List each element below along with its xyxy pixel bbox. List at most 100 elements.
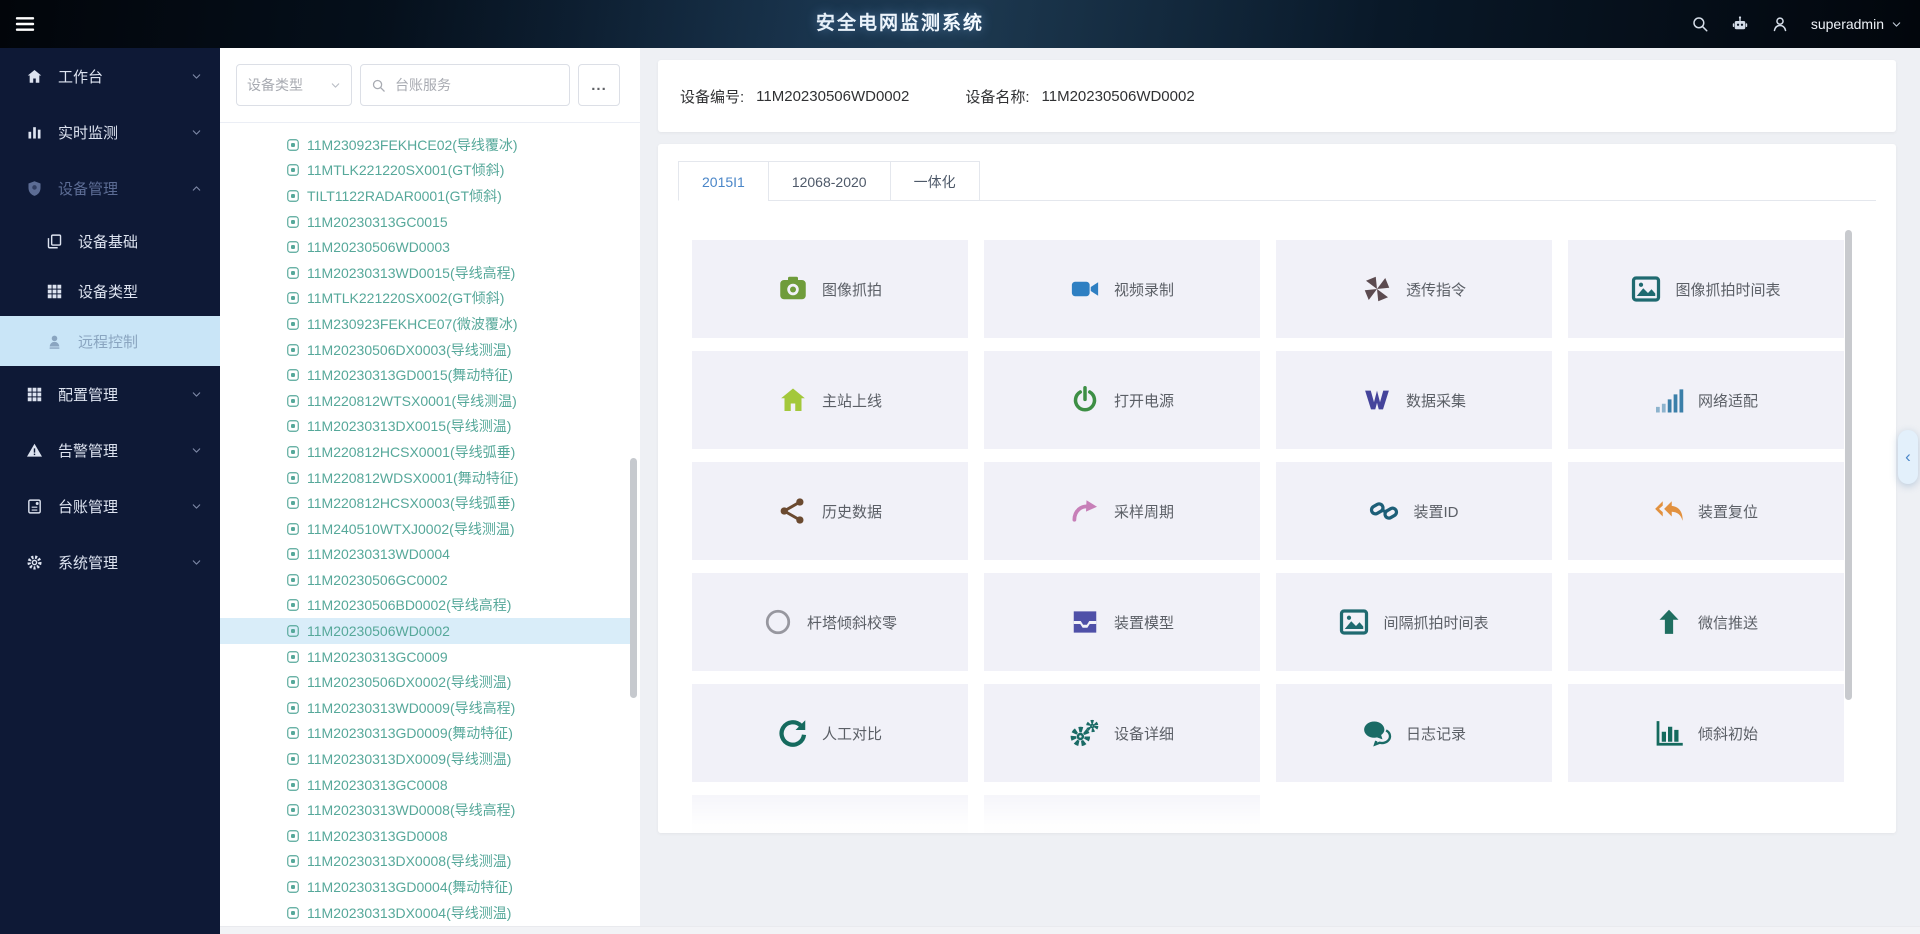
device-list-item[interactable]: 11MTLK221220SX001(GT倾斜) <box>220 158 630 184</box>
device-list-item[interactable]: 11M20230313WD0015(导线高程) <box>220 260 630 286</box>
command-w-collect-button[interactable]: 数据采集 <box>1276 351 1552 449</box>
chevron-down-icon <box>191 127 202 138</box>
device-list-item[interactable]: 11M20230506GC0002 <box>220 567 630 593</box>
command-label: 图像抓拍时间表 <box>1675 279 1780 300</box>
sidebar-item-device-type[interactable]: 设备类型 <box>0 266 220 316</box>
device-list-item-label: 11M220812WTSX0001(导线测温) <box>307 391 517 411</box>
circle-icon <box>763 607 793 637</box>
device-list-item[interactable]: 11M20230313DX0008(导线测温) <box>220 849 630 875</box>
device-list-item[interactable]: 11M20230313GC0008 <box>220 772 630 798</box>
command-picture-button[interactable]: 间隔抓拍时间表 <box>1276 573 1552 671</box>
device-list-item[interactable]: 11M20230313WD0004 <box>220 542 630 568</box>
tab-2015I1[interactable]: 2015I1 <box>678 161 769 201</box>
device-type-select[interactable]: 设备类型 <box>236 64 352 106</box>
device-list-item[interactable]: 11M230923FEKHCE07(微波覆冰) <box>220 311 630 337</box>
sidebar-item-remote-control[interactable]: 远程控制 <box>0 316 220 366</box>
sidebar-item-config-management[interactable]: 配置管理 <box>0 366 220 422</box>
sidebar-item-workbench[interactable]: 工作台 <box>0 48 220 104</box>
sidebar-item-device-management[interactable]: 设备管理 <box>0 160 220 216</box>
sidebar-item-device-base[interactable]: 设备基础 <box>0 216 220 266</box>
grid-icon <box>46 283 63 300</box>
device-list-item-label: 11M230923FEKHCE02(导线覆冰) <box>307 135 518 155</box>
device-list-item[interactable]: 11MTLK221220SX002(GT倾斜) <box>220 286 630 312</box>
command-reply-button[interactable]: 装置复位 <box>1568 462 1844 560</box>
device-list-item[interactable]: 11M20230313GC0015 <box>220 209 630 235</box>
device-list-item[interactable]: 11M220812WTSX0001(导线测温) <box>220 388 630 414</box>
reply-icon <box>1654 496 1684 526</box>
command-inbox-button[interactable]: 装置模型 <box>984 573 1260 671</box>
device-list-item[interactable]: 11M20230313WD0009(导线高程) <box>220 695 630 721</box>
device-list-item-label: 11M20230313WD0009(导线高程) <box>307 698 515 718</box>
sidebar-item-label: 设备管理 <box>58 178 191 199</box>
device-list-item[interactable]: 11M220812HCSX0003(导线弧垂) <box>220 490 630 516</box>
command-signal-button[interactable]: 网络适配 <box>1568 351 1844 449</box>
target-icon <box>286 803 300 817</box>
device-list-item[interactable]: 11M20230506DX0003(导线测温) <box>220 337 630 363</box>
device-no-label: 设备编号: <box>680 86 744 107</box>
user-pin-icon <box>46 333 63 350</box>
device-list-item[interactable]: 11M20230313GC0009 <box>220 644 630 670</box>
device-list-item[interactable]: TILT1122RADAR0001(GT倾斜) <box>220 183 630 209</box>
target-icon <box>286 138 300 152</box>
device-list-item-label: 11M20230506BD0002(导线高程) <box>307 595 511 615</box>
sidebar-item-ledger-management[interactable]: 台账管理 <box>0 478 220 534</box>
command-partial-cell[interactable] <box>692 795 968 833</box>
device-list-item[interactable]: 11M220812WDSX0001(舞动特征) <box>220 465 630 491</box>
w-collect-icon <box>1362 385 1392 415</box>
device-list-scrollbar[interactable] <box>630 458 637 698</box>
device-list-item[interactable]: 11M20230506WD0003 <box>220 234 630 260</box>
device-list-item[interactable]: 11M230923FEKHCE02(导线覆冰) <box>220 132 630 158</box>
user-icon[interactable] <box>1771 15 1789 33</box>
command-partial-cell[interactable] <box>984 795 1260 833</box>
chevron-down-icon <box>191 71 202 82</box>
device-list-item[interactable]: 11M20230506DX0002(导线测温) <box>220 669 630 695</box>
command-link-button[interactable]: 装置ID <box>1276 462 1552 560</box>
tab-12068-2020[interactable]: 12068-2020 <box>768 161 891 201</box>
command-arrow-up-button[interactable]: 微信推送 <box>1568 573 1844 671</box>
device-list-item[interactable]: 11M240510WTXJ0002(导线测温) <box>220 516 630 542</box>
command-power-button[interactable]: 打开电源 <box>984 351 1260 449</box>
command-picture-button[interactable]: 图像抓拍时间表 <box>1568 240 1844 338</box>
device-list-item[interactable]: 11M20230506WD0002 <box>220 618 630 644</box>
target-icon <box>286 522 300 536</box>
command-share-button[interactable]: 历史数据 <box>692 462 968 560</box>
device-list-item[interactable]: 11M20230313GD0008 <box>220 823 630 849</box>
sidebar-item-realtime-monitor[interactable]: 实时监测 <box>0 104 220 160</box>
device-list-item[interactable]: 11M20230313WD0008(导线高程) <box>220 797 630 823</box>
collapse-panel-button[interactable]: ‹ <box>1898 430 1918 484</box>
tab-一体化[interactable]: 一体化 <box>890 161 980 201</box>
collapse-panel-icon: ‹ <box>1905 447 1911 467</box>
command-label: 透传指令 <box>1406 279 1466 300</box>
command-grid-scrollbar[interactable] <box>1845 230 1852 700</box>
device-list-item[interactable]: 11M20230313GD0004(舞动特征) <box>220 874 630 900</box>
command-home-button[interactable]: 主站上线 <box>692 351 968 449</box>
command-label: 视频录制 <box>1114 279 1174 300</box>
command-comments-button[interactable]: 日志记录 <box>1276 684 1552 782</box>
sidebar-item-system-management[interactable]: 系统管理 <box>0 534 220 590</box>
device-list-item[interactable]: 11M20230313DX0015(导线测温) <box>220 414 630 440</box>
robot-icon[interactable] <box>1731 15 1749 33</box>
sidebar-item-alarm-management[interactable]: 告警管理 <box>0 422 220 478</box>
more-options-button[interactable]: ... <box>578 64 620 106</box>
user-menu[interactable]: superadmin <box>1811 16 1902 32</box>
device-search-input[interactable] <box>393 76 559 94</box>
command-redo-button[interactable]: 采样周期 <box>984 462 1260 560</box>
device-list-item[interactable]: 11M20230313GD0015(舞动特征) <box>220 362 630 388</box>
command-video-button[interactable]: 视频录制 <box>984 240 1260 338</box>
command-gears-button[interactable]: 设备详细 <box>984 684 1260 782</box>
device-list-item[interactable]: 11M20230506BD0002(导线高程) <box>220 593 630 619</box>
menu-fold-icon[interactable] <box>14 13 36 35</box>
command-camera-button[interactable]: 图像抓拍 <box>692 240 968 338</box>
command-refresh-button[interactable]: 人工对比 <box>692 684 968 782</box>
search-icon[interactable] <box>1691 15 1709 33</box>
target-icon <box>286 496 300 510</box>
device-list-item[interactable]: 11M220812HCSX0001(导线弧垂) <box>220 439 630 465</box>
device-list-item[interactable]: 11M20230313DX0009(导线测温) <box>220 746 630 772</box>
device-list-item[interactable]: 11M20230313GD0009(舞动特征) <box>220 721 630 747</box>
device-list-item[interactable]: 11M20230313DX0004(导线测温) <box>220 900 630 926</box>
command-barchart-button[interactable]: 倾斜初始 <box>1568 684 1844 782</box>
device-list-item-label: 11M20230313WD0015(导线高程) <box>307 263 515 283</box>
command-pinwheel-button[interactable]: 透传指令 <box>1276 240 1552 338</box>
device-list-item-label: 11M20230506GC0002 <box>307 572 448 588</box>
command-circle-button[interactable]: 杆塔倾斜校零 <box>692 573 968 671</box>
